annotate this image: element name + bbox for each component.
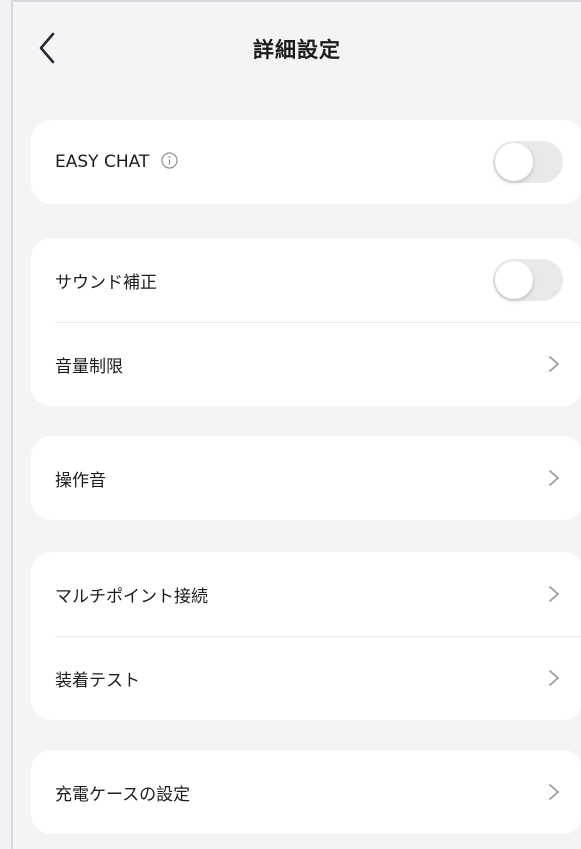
row-charging-case[interactable]: 充電ケースの設定: [31, 750, 581, 834]
card-easy-chat: EASY CHAT: [31, 120, 581, 204]
row-volume-limit[interactable]: 音量制限: [31, 322, 581, 406]
fit-test-label: 装着テスト: [55, 670, 140, 691]
multipoint-label: マルチポイント接続: [55, 586, 208, 607]
charging-case-label: 充電ケースの設定: [55, 784, 191, 805]
card-charging-case: 充電ケースの設定: [31, 750, 581, 834]
operation-sound-label: 操作音: [55, 470, 106, 491]
sound-correction-label: サウンド補正: [55, 272, 157, 293]
chevron-right-icon: [549, 470, 559, 486]
row-operation-sound[interactable]: 操作音: [31, 436, 581, 520]
easy-chat-label: EASY CHAT: [55, 152, 150, 172]
row-easy-chat: EASY CHAT: [31, 120, 581, 204]
chevron-right-icon: [549, 586, 559, 602]
card-sound: サウンド補正 音量制限: [31, 238, 581, 406]
volume-limit-label: 音量制限: [55, 356, 123, 377]
info-circle-icon[interactable]: [161, 152, 178, 169]
row-multipoint[interactable]: マルチポイント接続: [31, 552, 581, 636]
sound-correction-toggle[interactable]: [493, 259, 563, 301]
row-label: EASY CHAT: [55, 152, 493, 172]
row-sound-correction: サウンド補正: [31, 238, 581, 322]
toggle-knob: [495, 261, 533, 299]
screen: 詳細設定 EASY CHAT サウンド補正 音量制限 操作音 マルチポイント接続…: [11, 0, 581, 849]
easy-chat-toggle[interactable]: [493, 141, 563, 183]
row-fit-test[interactable]: 装着テスト: [31, 636, 581, 720]
card-connection: マルチポイント接続 装着テスト: [31, 552, 581, 720]
chevron-right-icon: [549, 670, 559, 686]
toggle-knob: [495, 143, 533, 181]
header: 詳細設定: [13, 2, 581, 98]
chevron-right-icon: [549, 784, 559, 800]
card-operation-sound: 操作音: [31, 436, 581, 520]
page-title: 詳細設定: [253, 38, 341, 62]
chevron-right-icon: [549, 356, 559, 372]
